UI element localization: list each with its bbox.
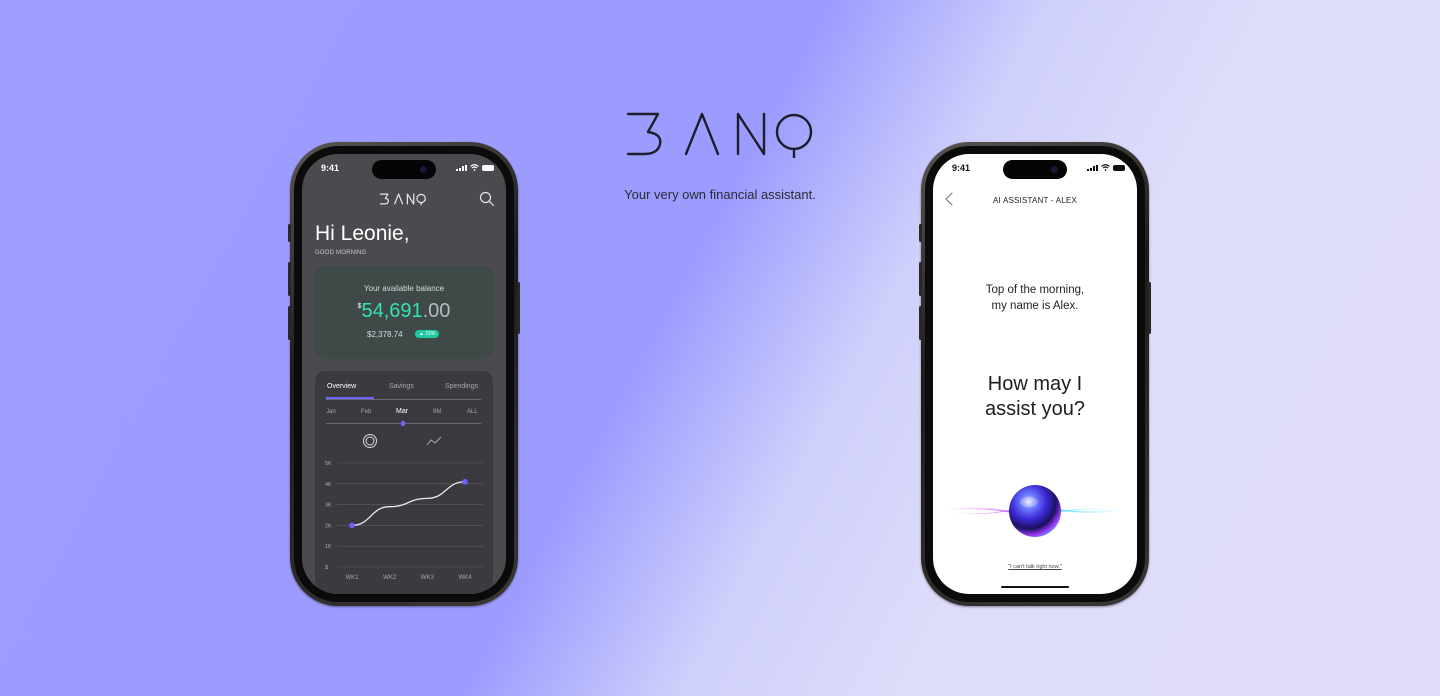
x-tick-label: WK4 (458, 575, 472, 581)
balance-decimal: .00 (422, 300, 451, 322)
voice-orb[interactable] (933, 474, 1137, 554)
signal-icon (1087, 164, 1098, 171)
assistant-screen: 9:41 AI ASSISTANT - ALEX Top of the morn… (933, 154, 1137, 594)
tab-indicator (326, 397, 374, 399)
chart-card: Overview Savings Spendings Jan Feb Mar 6… (315, 371, 493, 594)
search-icon[interactable] (479, 191, 495, 207)
chart-tabs: Overview Savings Spendings (326, 383, 481, 400)
period-6m[interactable]: 6M (433, 409, 441, 415)
question-line-1: How may I (987, 373, 1083, 395)
balance-currency: $ (357, 303, 362, 310)
dashboard-screen: 9:41 Hi Leonie, GOOD MORNING Your availa… (302, 154, 506, 594)
assistant-title: AI ASSISTANT - ALEX (993, 196, 1077, 205)
y-tick-label: $ (325, 565, 328, 571)
dynamic-island (1003, 160, 1067, 179)
line-chart-icon[interactable] (426, 435, 442, 447)
signal-icon (456, 164, 467, 171)
assistant-question: How may I assist you? (933, 372, 1137, 422)
period-feb[interactable]: Feb (361, 409, 371, 415)
home-indicator (1001, 586, 1069, 588)
x-tick-label: WK3 (421, 575, 435, 581)
y-tick-label: 2K (325, 523, 332, 529)
question-line-2: assist you? (984, 398, 1086, 420)
status-icons (1087, 164, 1125, 171)
intro-line-2: my name is Alex. (991, 300, 1079, 312)
balance-card[interactable]: Your available balance $54,691.00 $2,378… (315, 266, 493, 359)
wifi-icon (470, 164, 479, 171)
battery-icon (1113, 164, 1125, 171)
tab-spendings[interactable]: Spendings (445, 383, 478, 390)
y-tick-label: 5K (325, 461, 332, 467)
data-point[interactable] (349, 522, 355, 529)
phone-assistant: 9:41 AI ASSISTANT - ALEX Top of the morn… (919, 142, 1151, 606)
balance-integer: 54,691 (361, 300, 423, 322)
pie-chart-icon[interactable] (362, 433, 378, 449)
x-tick-label: WK2 (383, 575, 397, 581)
banq-logo (626, 112, 813, 158)
data-point[interactable] (462, 478, 468, 485)
period-all[interactable]: ALL (467, 409, 478, 415)
dismiss-link[interactable]: "I can't talk right now." (933, 564, 1137, 570)
status-time: 9:41 (321, 163, 340, 173)
y-tick-label: 4K (325, 482, 332, 488)
y-tick-label: 1K (325, 544, 332, 550)
battery-icon (482, 164, 494, 171)
balance-change-badge: ▲ 15% (415, 330, 440, 338)
series-line (351, 481, 466, 527)
greeting: Hi Leonie, (315, 222, 410, 245)
dynamic-island (372, 160, 436, 179)
period-mar[interactable]: Mar (396, 408, 408, 415)
balance-line-chart: $1K 2K 3K 4K 5K WK1 WK2 WK3 WK4 (325, 461, 483, 581)
banq-logo-small (380, 193, 426, 206)
greeting-subtitle: GOOD MORNING (315, 250, 367, 256)
tab-savings[interactable]: Savings (389, 383, 414, 390)
period-jan[interactable]: Jan (326, 409, 336, 415)
tab-overview[interactable]: Overview (327, 383, 356, 390)
wifi-icon (1101, 164, 1110, 171)
period-handle[interactable] (401, 421, 405, 426)
x-tick-label: WK1 (345, 575, 359, 581)
balance-amount: $54,691.00 (315, 300, 493, 323)
balance-label: Your available balance (363, 284, 445, 293)
balance-change-amount: $2,378.74 (367, 330, 403, 339)
intro-line-1: Top of the morning, (985, 284, 1085, 296)
tagline: Your very own financial assistant. (624, 187, 816, 202)
assistant-intro: Top of the morning, my name is Alex. (933, 282, 1137, 314)
y-tick-label: 3K (325, 503, 332, 509)
phone-dashboard: 9:41 Hi Leonie, GOOD MORNING Your availa… (288, 142, 520, 606)
status-time: 9:41 (952, 163, 971, 173)
status-icons (456, 164, 494, 171)
